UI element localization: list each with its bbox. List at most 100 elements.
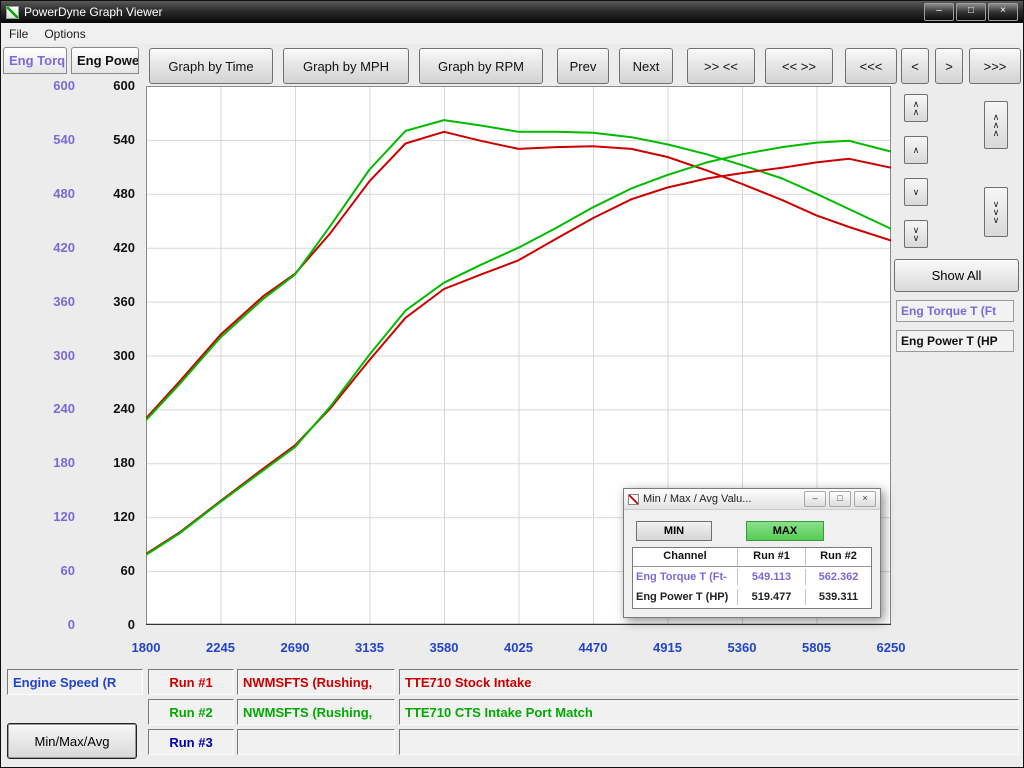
minmax-run1-value: 549.113	[737, 569, 805, 585]
right-axis-down-fast-button[interactable]: ∨ ∨ ∨	[984, 187, 1008, 237]
toolbar-button-graph-by-mph[interactable]: Graph by MPH	[283, 48, 409, 84]
run-2-source-field[interactable]: NWMSFTS (Rushing,	[237, 699, 395, 725]
y-tick-power-600: 600	[93, 78, 135, 93]
menu-item-file[interactable]: File	[1, 24, 36, 44]
y-tick-torque-360: 360	[33, 294, 75, 309]
y-tick-torque-420: 420	[33, 240, 75, 255]
minmax-channel-name: Eng Power T (HP)	[633, 589, 737, 605]
x-tick-4025: 4025	[489, 640, 549, 655]
toolbar-button-pan-left[interactable]: <	[901, 48, 929, 84]
y-tick-power-360: 360	[93, 294, 135, 309]
toolbar-button-prev[interactable]: Prev	[557, 48, 609, 84]
run-1-description-field[interactable]: TTE710 Stock Intake	[399, 669, 1019, 695]
x-tick-4470: 4470	[563, 640, 623, 655]
y-tick-power-0: 0	[93, 617, 135, 632]
app-window: PowerDyne Graph Viewer –□× FileOptions G…	[0, 0, 1024, 768]
toolbar-button-pan-right[interactable]: >	[935, 48, 963, 84]
maximize-button[interactable]: □	[956, 3, 986, 21]
x-axis-channel-label[interactable]: Engine Speed (R	[7, 669, 143, 695]
y-tick-torque-300: 300	[33, 348, 75, 363]
run-3-description-field[interactable]	[399, 729, 1019, 755]
left-axis-up-fast-button[interactable]: ∧ ∧	[904, 94, 928, 122]
y-tick-power-120: 120	[93, 509, 135, 524]
window-controls: –□×	[924, 3, 1018, 21]
run-2-description-field[interactable]: TTE710 CTS Intake Port Match	[399, 699, 1019, 725]
left-axis-up-button[interactable]: ∧	[904, 136, 928, 164]
toolbar-button-graph-by-time[interactable]: Graph by Time	[149, 48, 273, 84]
minmax-title-bar[interactable]: Min / Max / Avg Valu... –□×	[624, 489, 880, 510]
run-1-label: Run #1	[148, 669, 234, 695]
run-2-label: Run #2	[148, 699, 234, 725]
toolbar-button-next[interactable]: Next	[619, 48, 673, 84]
toolbar-button-pan-right-fast[interactable]: >>>	[969, 48, 1021, 84]
minmax-row-eng-torque-t-ft: Eng Torque T (Ft-549.113562.362	[633, 567, 871, 587]
minmax-window-controls: –□×	[804, 491, 876, 507]
minimize-button[interactable]: –	[924, 3, 954, 21]
minmax-restore-button[interactable]: □	[829, 491, 851, 507]
x-tick-2690: 2690	[265, 640, 325, 655]
y-tick-torque-120: 120	[33, 509, 75, 524]
x-tick-3580: 3580	[414, 640, 474, 655]
minmax-table-body: Eng Torque T (Ft-549.113562.362Eng Power…	[633, 567, 871, 607]
window-title: PowerDyne Graph Viewer	[24, 5, 163, 19]
min-toggle-button[interactable]: MIN	[636, 521, 712, 541]
minmax-window-title: Min / Max / Avg Valu...	[643, 493, 751, 505]
tab-eng-torq[interactable]: Eng Torq	[3, 47, 67, 74]
toolbar-button-graph-by-rpm[interactable]: Graph by RPM	[419, 48, 543, 84]
y-tick-torque-0: 0	[33, 617, 75, 632]
x-tick-3135: 3135	[340, 640, 400, 655]
x-tick-5360: 5360	[712, 640, 772, 655]
y-tick-power-420: 420	[93, 240, 135, 255]
left-axis-down-fast-button[interactable]: ∨ ∨	[904, 220, 928, 248]
menu-item-options[interactable]: Options	[36, 24, 93, 44]
legend-eng-torque-t-ft[interactable]: Eng Torque T (Ft	[896, 300, 1014, 322]
menu-bar: FileOptions	[1, 23, 1023, 44]
y-tick-torque-600: 600	[33, 78, 75, 93]
minmax-table: ChannelRun #1Run #2 Eng Torque T (Ft-549…	[632, 547, 872, 609]
minmax-column-run-1: Run #1	[737, 548, 805, 566]
close-button[interactable]: ×	[988, 3, 1018, 21]
minmax-column-run-2: Run #2	[805, 548, 871, 566]
tab-eng-powe[interactable]: Eng Powe	[71, 47, 139, 74]
minmax-table-header: ChannelRun #1Run #2	[633, 548, 871, 567]
minmax-run1-value: 519.477	[737, 589, 805, 605]
right-axis-up-fast-button[interactable]: ∧ ∧ ∧	[984, 101, 1008, 149]
run-3-label: Run #3	[148, 729, 234, 755]
app-icon	[6, 6, 19, 19]
minmax-run2-value: 539.311	[805, 589, 871, 605]
left-axis-down-button[interactable]: ∨	[904, 178, 928, 206]
y-tick-power-480: 480	[93, 186, 135, 201]
x-tick-1800: 1800	[116, 640, 176, 655]
minmax-column-channel: Channel	[633, 548, 737, 566]
y-tick-power-540: 540	[93, 132, 135, 147]
minmax-channel-name: Eng Torque T (Ft-	[633, 569, 737, 585]
toolbar: Graph by Time Graph by MPH Graph by RPM Pre…	[149, 48, 1021, 84]
run-3-source-field[interactable]	[237, 729, 395, 755]
toolbar-button-zoom-out[interactable]: << >>	[765, 48, 833, 84]
y-tick-torque-60: 60	[33, 563, 75, 578]
min-max-avg-button[interactable]: Min/Max/Avg	[7, 723, 137, 759]
x-tick-6250: 6250	[861, 640, 921, 655]
max-toggle-button[interactable]: MAX	[746, 521, 824, 541]
y-tick-torque-480: 480	[33, 186, 75, 201]
toolbar-button-pan-left-fast[interactable]: <<<	[845, 48, 897, 84]
y-tick-power-60: 60	[93, 563, 135, 578]
y-tick-power-300: 300	[93, 348, 135, 363]
y-tick-power-240: 240	[93, 401, 135, 416]
run-1-source-field[interactable]: NWMSFTS (Rushing,	[237, 669, 395, 695]
title-bar[interactable]: PowerDyne Graph Viewer –□×	[1, 1, 1023, 23]
minmax-row-eng-power-t-hp: Eng Power T (HP)519.477539.311	[633, 587, 871, 607]
x-tick-2245: 2245	[191, 640, 251, 655]
minmax-run2-value: 562.362	[805, 569, 871, 585]
y-tick-torque-240: 240	[33, 401, 75, 416]
y-tick-torque-180: 180	[33, 455, 75, 470]
minmax-close-button[interactable]: ×	[854, 491, 876, 507]
toolbar-button-zoom-in[interactable]: >> <<	[687, 48, 755, 84]
show-all-button[interactable]: Show All	[894, 259, 1019, 292]
minmax-window-icon	[628, 494, 639, 505]
x-tick-5805: 5805	[787, 640, 847, 655]
minmax-avg-window[interactable]: Min / Max / Avg Valu... –□× MIN MAX Chan…	[623, 488, 881, 618]
minmax-minimize-button[interactable]: –	[804, 491, 826, 507]
legend-eng-power-t-hp[interactable]: Eng Power T (HP	[896, 330, 1014, 352]
x-tick-4915: 4915	[638, 640, 698, 655]
